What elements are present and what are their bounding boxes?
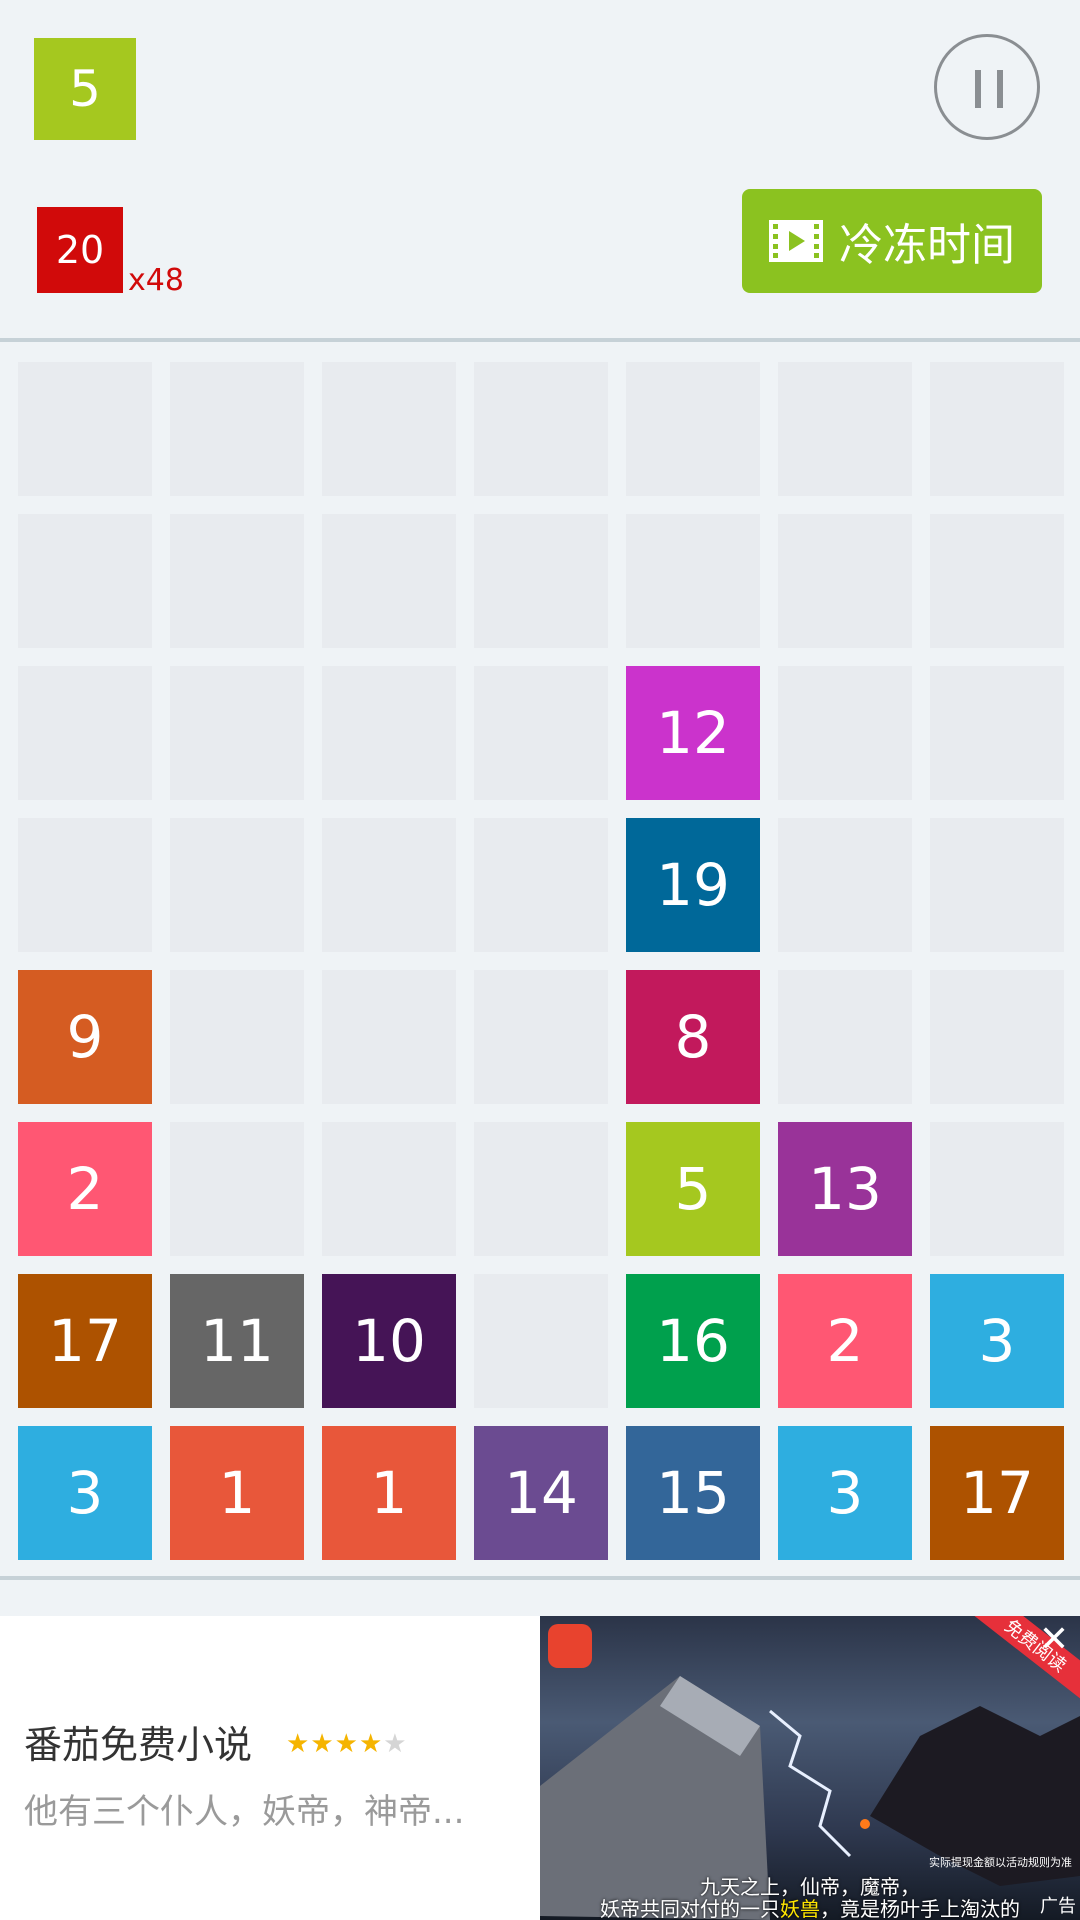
ad-small-print: 实际提现金额以活动规则为准 (929, 1856, 1072, 1869)
ad-description: 他有三个仆人，妖帝，神帝... (24, 1792, 465, 1832)
number-tile[interactable]: 2 (18, 1122, 152, 1256)
number-tile[interactable]: 17 (18, 1274, 152, 1408)
empty-cell[interactable] (930, 970, 1064, 1104)
empty-cell[interactable] (930, 818, 1064, 952)
board-top-divider (0, 338, 1080, 342)
empty-cell[interactable] (322, 514, 456, 648)
number-tile[interactable]: 13 (778, 1122, 912, 1256)
number-tile[interactable]: 19 (626, 818, 760, 952)
empty-cell[interactable] (778, 666, 912, 800)
number-tile[interactable]: 15 (626, 1426, 760, 1560)
empty-cell[interactable] (474, 514, 608, 648)
number-tile[interactable]: 16 (626, 1274, 760, 1408)
number-tile[interactable]: 5 (626, 1122, 760, 1256)
empty-cell[interactable] (18, 666, 152, 800)
empty-cell[interactable] (322, 1122, 456, 1256)
empty-cell[interactable] (474, 1122, 608, 1256)
empty-cell[interactable] (474, 818, 608, 952)
film-icon (769, 220, 823, 262)
number-tile[interactable]: 10 (322, 1274, 456, 1408)
ad-rating: ★★★★★ (286, 1729, 408, 1759)
star-icon: ★ (310, 1729, 335, 1759)
ad-banner[interactable]: 番茄免费小说 ★★★★★ 他有三个仆人，妖帝，神帝... 免费阅读 ✕ 实际提现… (0, 1616, 1080, 1920)
empty-cell[interactable] (170, 514, 304, 648)
empty-cell[interactable] (626, 362, 760, 496)
empty-cell[interactable] (474, 1274, 608, 1408)
empty-cell[interactable] (778, 362, 912, 496)
empty-cell[interactable] (474, 666, 608, 800)
number-tile[interactable]: 3 (778, 1426, 912, 1560)
empty-cell[interactable] (18, 818, 152, 952)
empty-cell[interactable] (474, 362, 608, 496)
empty-cell[interactable] (778, 818, 912, 952)
empty-cell[interactable] (474, 970, 608, 1104)
empty-cell[interactable] (18, 362, 152, 496)
empty-cell[interactable] (322, 666, 456, 800)
next-tile: 5 (34, 38, 136, 140)
number-tile[interactable]: 3 (18, 1426, 152, 1560)
pause-button[interactable] (934, 34, 1040, 140)
empty-cell[interactable] (170, 1122, 304, 1256)
ad-title: 番茄免费小说 (24, 1723, 253, 1767)
empty-cell[interactable] (170, 818, 304, 952)
number-tile[interactable]: 8 (626, 970, 760, 1104)
empty-cell[interactable] (322, 362, 456, 496)
close-icon[interactable]: ✕ (1034, 1620, 1074, 1660)
empty-cell[interactable] (18, 514, 152, 648)
empty-cell[interactable] (322, 970, 456, 1104)
number-tile[interactable]: 1 (170, 1426, 304, 1560)
number-tile[interactable]: 3 (930, 1274, 1064, 1408)
star-icon: ★ (383, 1729, 408, 1759)
star-icon: ★ (334, 1729, 359, 1759)
star-icon: ★ (286, 1729, 311, 1759)
number-tile[interactable]: 2 (778, 1274, 912, 1408)
ad-tag: 广告 (1040, 1896, 1076, 1917)
number-tile[interactable]: 1 (322, 1426, 456, 1560)
number-tile[interactable]: 9 (18, 970, 152, 1104)
empty-cell[interactable] (778, 970, 912, 1104)
empty-cell[interactable] (322, 818, 456, 952)
number-tile[interactable]: 17 (930, 1426, 1064, 1560)
empty-cell[interactable] (930, 514, 1064, 648)
number-tile[interactable]: 14 (474, 1426, 608, 1560)
goal-tile: 20 (37, 207, 123, 293)
empty-cell[interactable] (930, 1122, 1064, 1256)
empty-cell[interactable] (170, 666, 304, 800)
number-tile[interactable]: 11 (170, 1274, 304, 1408)
empty-cell[interactable] (170, 970, 304, 1104)
number-tile[interactable]: 12 (626, 666, 760, 800)
goal-multiplier: x48 (128, 263, 184, 298)
game-board: 12 19 9 8 2 5 13 17 11 10 16 2 3 3 1 1 14 15 3 17 (0, 344, 1080, 1578)
empty-cell[interactable] (170, 362, 304, 496)
empty-cell[interactable] (778, 514, 912, 648)
board-bottom-divider (0, 1576, 1080, 1580)
ad-image[interactable]: 免费阅读 ✕ 实际提现金额以活动规则为准 九天之上，仙帝，魔帝， 妖帝共同对付的… (540, 1616, 1080, 1920)
ad-app-logo (548, 1624, 592, 1668)
pause-icon (975, 70, 981, 108)
empty-cell[interactable] (930, 666, 1064, 800)
freeze-time-label: 冷冻时间 (839, 220, 1015, 271)
empty-cell[interactable] (626, 514, 760, 648)
freeze-time-button[interactable]: 冷冻时间 (742, 189, 1042, 293)
ad-caption: 九天之上，仙帝，魔帝， 妖帝共同对付的一只妖兽，竟是杨叶手上淘汰的 (600, 1875, 1020, 1920)
star-icon: ★ (358, 1729, 384, 1759)
empty-cell[interactable] (930, 362, 1064, 496)
